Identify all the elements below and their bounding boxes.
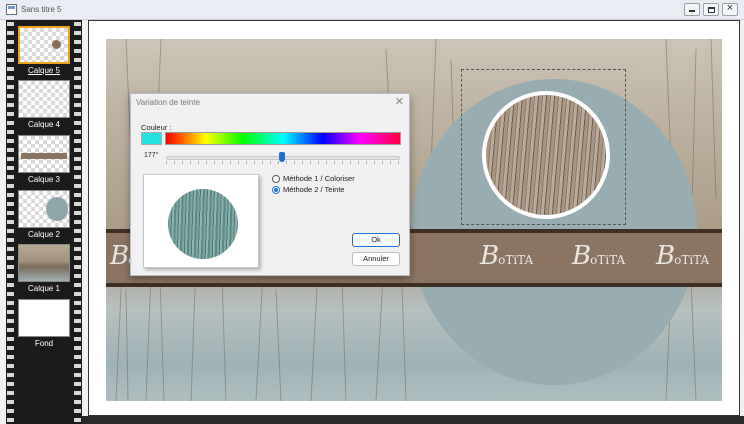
watermark-text: BoTiTA [656,241,710,271]
dialog-title: Variation de teinte [136,98,200,107]
preview-image [168,189,238,259]
layer-thumbnail[interactable] [18,26,70,64]
layer-item-fond[interactable]: Fond [18,299,70,348]
layer-thumbnail[interactable] [18,244,70,282]
window-titlebar: Sans titre 5 × [0,0,744,20]
white-ring-frame [482,91,610,219]
layer-item-calque-3[interactable]: Calque 3 [18,135,70,184]
dialog-close-icon[interactable]: ✕ [395,95,404,108]
hue-value: 177° [144,152,159,159]
watermark-text: BoTiTA [480,241,534,271]
thumbnail-circle [46,197,68,221]
layer-item-calque-5[interactable]: Calque 5 [18,26,70,75]
layer-label: Calque 1 [27,284,61,293]
close-window-button[interactable]: × [722,2,738,16]
hue-variation-dialog: Variation de teinte ✕ Couleur : 177° Mét… [130,93,410,276]
layer-item-calque-1[interactable]: Calque 1 [18,244,70,293]
cancel-button[interactable]: Annuler [352,252,400,266]
layers-panel: Calque 5 Calque 4 Calque 3 Calque 2 Calq… [6,20,82,424]
thumbnail-band [21,153,67,159]
layer-item-calque-2[interactable]: Calque 2 [18,190,70,239]
selected-color-swatch [141,132,162,145]
method-1-label: Méthode 1 / Coloriser [283,174,355,183]
hue-spectrum-bar[interactable] [165,132,401,145]
film-perforation-right [74,20,81,424]
window-title: Sans titre 5 [21,5,62,14]
minimize-button[interactable] [684,3,700,16]
layer-thumbnail[interactable] [18,135,70,173]
radio-icon[interactable] [272,174,280,183]
color-label: Couleur : [141,123,172,132]
film-perforation-left [7,20,14,424]
document-icon [6,4,17,15]
layer-label: Calque 4 [27,120,61,129]
thumbnail-circle [52,40,61,49]
minimize-icon [689,10,695,12]
layer-item-calque-4[interactable]: Calque 4 [18,80,70,129]
watermark-text: BoTiTA [572,241,626,271]
close-icon: × [726,2,734,14]
window-controls: × [684,2,738,16]
method-1-option[interactable]: Méthode 1 / Coloriser [272,174,355,183]
maximize-icon [708,7,715,13]
thumbnail-image [19,245,69,281]
layer-label: Fond [34,339,54,348]
hue-slider-thumb[interactable] [279,152,285,162]
canvas-bottom-bar [82,416,744,424]
ok-button[interactable]: Ok [352,233,400,247]
method-2-label: Méthode 2 / Teinte [283,185,345,194]
layer-label: Calque 3 [27,175,61,184]
method-2-option[interactable]: Méthode 2 / Teinte [272,185,345,194]
preview-box [143,174,259,268]
layer-thumbnail[interactable] [18,299,70,337]
layer-thumbnail[interactable] [18,80,70,118]
layer-label: Calque 5 [27,66,61,75]
layer-thumbnail[interactable] [18,190,70,228]
maximize-button[interactable] [703,3,719,16]
radio-selected-icon[interactable] [272,185,280,194]
layer-label: Calque 2 [27,230,61,239]
